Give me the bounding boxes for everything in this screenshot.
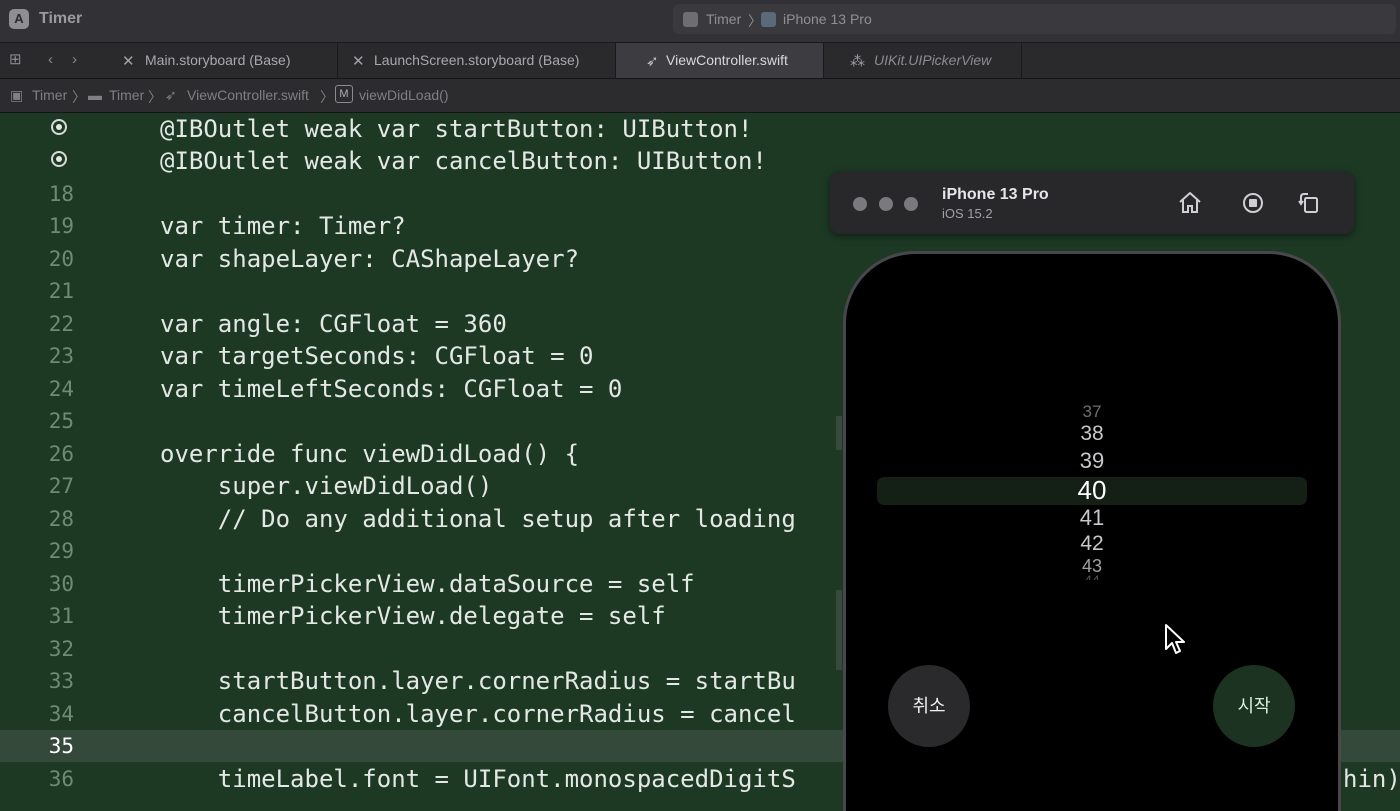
code-text: var timeLeftSeconds: CGFloat = 0 xyxy=(160,375,623,403)
code-text: var angle: CGFloat = 360 xyxy=(160,310,507,338)
outlet-connection-icon[interactable] xyxy=(51,119,67,135)
folder-icon: ▬ xyxy=(88,87,102,103)
code-text-tail: hin) xyxy=(1343,765,1400,793)
chevron-right-icon: 〉 xyxy=(320,89,334,105)
line-number: 25 xyxy=(48,409,74,433)
grid-icon[interactable]: ⊞ xyxy=(9,51,22,69)
tab-uipickerview[interactable]: ⁂ UIKit.UIPickerView xyxy=(824,43,1022,78)
code-text: startButton.layer.cornerRadius = startBu xyxy=(160,667,796,695)
screenshot-icon[interactable] xyxy=(1240,190,1266,216)
picker-row[interactable]: 41 xyxy=(1066,505,1118,531)
tab-label: ViewController.swift xyxy=(666,52,788,68)
tab-viewcontroller-swift[interactable]: ➶ ViewController.swift xyxy=(616,43,824,78)
line-number: 27 xyxy=(48,474,74,498)
breadcrumb-item-group[interactable]: Timer xyxy=(109,87,144,103)
line-number: 34 xyxy=(48,702,74,726)
line-number: 29 xyxy=(48,539,74,563)
chevron-right-icon: 〉 xyxy=(72,89,86,105)
code-text: timeLabel.font = UIFont.monospacedDigitS xyxy=(160,765,796,793)
window-edge xyxy=(836,590,842,670)
code-text: var shapeLayer: CAShapeLayer? xyxy=(160,245,580,273)
scheme-selector[interactable]: Timer 〉 iPhone 13 Pro xyxy=(673,4,1396,34)
picker-row[interactable]: 43 xyxy=(1066,556,1118,572)
mouse-cursor-icon xyxy=(1165,624,1185,654)
start-button[interactable]: 시작 xyxy=(1213,665,1295,747)
tab-bar: ⊞ ‹ › ✕ Main.storyboard (Base) ✕ LaunchS… xyxy=(0,43,1400,79)
title-bar: A Timer Timer 〉 iPhone 13 Pro xyxy=(0,0,1400,43)
line-number: 26 xyxy=(48,442,74,466)
chevron-right-icon: 〉 xyxy=(148,89,162,105)
line-number: 22 xyxy=(48,312,74,336)
line-number: 31 xyxy=(48,604,74,628)
project-icon: ▣ xyxy=(10,87,24,103)
code-text: // Do any additional setup after loading xyxy=(160,505,796,533)
framework-icon: ⁂ xyxy=(850,53,865,70)
swift-icon: ➶ xyxy=(165,87,177,103)
method-icon: M xyxy=(335,85,353,103)
simulator-toolbar: iPhone 13 Pro iOS 15.2 xyxy=(830,172,1354,234)
cancel-button[interactable]: 취소 xyxy=(888,665,970,747)
line-number: 28 xyxy=(48,507,74,531)
close-window-icon[interactable] xyxy=(853,197,867,211)
window-edge xyxy=(836,416,842,450)
breadcrumb-item-project[interactable]: Timer xyxy=(32,87,67,103)
scheme-device[interactable]: iPhone 13 Pro xyxy=(783,11,872,27)
line-number: 35 xyxy=(48,734,74,758)
line-number: 24 xyxy=(48,377,74,401)
line-number: 21 xyxy=(48,279,74,303)
device-icon xyxy=(761,12,776,27)
picker-row[interactable]: 42 xyxy=(1066,532,1118,556)
line-number: 19 xyxy=(48,214,74,238)
tab-label: Main.storyboard (Base) xyxy=(145,52,291,68)
code-text: super.viewDidLoad() xyxy=(160,472,493,500)
minimize-window-icon[interactable] xyxy=(879,197,893,211)
simulator-device-name: iPhone 13 Pro xyxy=(942,186,1049,203)
line-number: 23 xyxy=(48,344,74,368)
swift-icon: ➶ xyxy=(646,53,659,70)
line-number: 33 xyxy=(48,669,74,693)
line-number: 18 xyxy=(48,182,74,206)
code-text: @IBOutlet weak var startButton: UIButton… xyxy=(160,115,753,143)
outlet-connection-icon[interactable] xyxy=(51,151,67,167)
project-icon xyxy=(683,12,698,27)
code-line: @IBOutlet weak var startButton: UIButton… xyxy=(0,113,1400,145)
storyboard-icon: ✕ xyxy=(352,53,365,70)
line-number: 20 xyxy=(48,247,74,271)
tab-main-storyboard[interactable]: ✕ Main.storyboard (Base) xyxy=(110,43,338,78)
tab-launchscreen-storyboard[interactable]: ✕ LaunchScreen.storyboard (Base) xyxy=(338,43,616,78)
breadcrumb: ▣ Timer 〉 ▬ Timer 〉 ➶ ViewController.swi… xyxy=(0,79,1400,113)
picker-row[interactable]: 37 xyxy=(1066,402,1118,418)
simulator-os-version: iOS 15.2 xyxy=(942,206,993,221)
picker-row-selected[interactable]: 40 xyxy=(1066,475,1118,506)
tab-label: LaunchScreen.storyboard (Base) xyxy=(374,52,580,68)
code-text: cancelButton.layer.cornerRadius = cancel xyxy=(160,700,796,728)
picker-row[interactable]: 44 xyxy=(1066,572,1118,580)
code-text: var timer: Timer? xyxy=(160,212,406,240)
breadcrumb-item-method[interactable]: viewDidLoad() xyxy=(359,87,448,103)
chevron-right-icon: 〉 xyxy=(748,13,762,29)
xcode-app-icon: A xyxy=(9,9,29,29)
line-number: 32 xyxy=(48,637,74,661)
code-text: timerPickerView.delegate = self xyxy=(160,602,666,630)
storyboard-icon: ✕ xyxy=(122,53,135,70)
line-number: 30 xyxy=(48,572,74,596)
picker-row[interactable]: 38 xyxy=(1066,422,1118,446)
line-number: 36 xyxy=(48,767,74,791)
code-text: @IBOutlet weak var cancelButton: UIButto… xyxy=(160,147,767,175)
code-text: var targetSeconds: CGFloat = 0 xyxy=(160,342,594,370)
picker-row[interactable]: 39 xyxy=(1066,448,1118,474)
rotate-icon[interactable] xyxy=(1296,190,1322,216)
zoom-window-icon[interactable] xyxy=(904,197,918,211)
code-text: timerPickerView.dataSource = self xyxy=(160,570,695,598)
back-arrow-icon[interactable]: ‹ xyxy=(48,51,53,69)
tab-label: UIKit.UIPickerView xyxy=(874,52,992,68)
forward-arrow-icon[interactable]: › xyxy=(72,51,77,69)
scheme-project[interactable]: Timer xyxy=(706,11,741,27)
breadcrumb-item-file[interactable]: ViewController.swift xyxy=(187,87,309,103)
code-text: override func viewDidLoad() { xyxy=(160,440,580,468)
window-title: Timer xyxy=(39,10,83,27)
home-icon[interactable] xyxy=(1177,190,1203,216)
